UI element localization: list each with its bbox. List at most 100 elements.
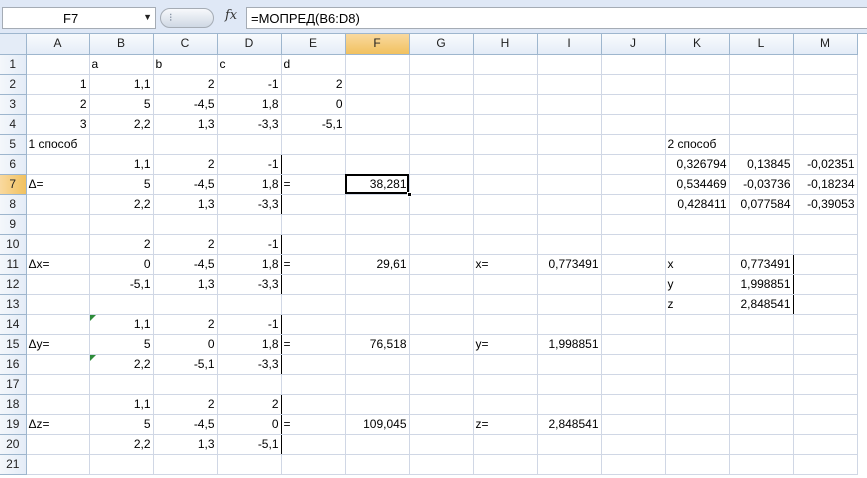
- cell-f18[interactable]: [345, 394, 410, 415]
- cell-j8[interactable]: [601, 194, 666, 215]
- cell-f12[interactable]: [345, 274, 410, 295]
- cell-c3[interactable]: -4,5: [153, 94, 218, 115]
- cell-c1[interactable]: b: [153, 54, 218, 75]
- cell-g10[interactable]: [409, 234, 474, 255]
- cell-c20[interactable]: 1,3: [153, 434, 218, 455]
- cell-c8[interactable]: 1,3: [153, 194, 218, 215]
- cell-a7[interactable]: Δ=: [26, 174, 90, 195]
- cell-d17[interactable]: [217, 374, 282, 395]
- cell-m16[interactable]: [793, 354, 858, 375]
- cell-g6[interactable]: [409, 154, 474, 175]
- cell-l12[interactable]: 1,998851: [728, 274, 794, 295]
- cell-k15[interactable]: [665, 334, 730, 355]
- cell-m1[interactable]: [793, 54, 858, 75]
- cell-l7[interactable]: -0,03736: [729, 174, 794, 195]
- cell-d16[interactable]: -3,3: [217, 354, 282, 375]
- cell-d13[interactable]: [217, 294, 282, 315]
- cell-c21[interactable]: [153, 454, 218, 475]
- cell-h20[interactable]: [473, 434, 538, 455]
- cell-i21[interactable]: [537, 454, 602, 475]
- row-header-3[interactable]: 3: [0, 94, 27, 115]
- cell-k12[interactable]: y: [665, 274, 730, 295]
- cell-l20[interactable]: [729, 434, 794, 455]
- cell-g15[interactable]: [409, 334, 474, 355]
- cell-m8[interactable]: -0,39053: [793, 194, 858, 215]
- cell-i16[interactable]: [537, 354, 602, 375]
- cell-m18[interactable]: [793, 394, 858, 415]
- cell-e14[interactable]: [281, 314, 346, 335]
- cell-c16[interactable]: -5,1: [153, 354, 218, 375]
- cell-k5[interactable]: 2 способ: [665, 134, 730, 155]
- row-header-16[interactable]: 16: [0, 354, 27, 375]
- cell-h5[interactable]: [473, 134, 538, 155]
- cell-h8[interactable]: [473, 194, 538, 215]
- cell-e12[interactable]: [281, 274, 346, 295]
- cell-b21[interactable]: [89, 454, 154, 475]
- cell-i18[interactable]: [537, 394, 602, 415]
- cell-m19[interactable]: [793, 414, 858, 435]
- cell-k3[interactable]: [665, 94, 730, 115]
- cell-e5[interactable]: [281, 134, 346, 155]
- cell-h14[interactable]: [473, 314, 538, 335]
- cell-h10[interactable]: [473, 234, 538, 255]
- cell-i17[interactable]: [537, 374, 602, 395]
- row-header-8[interactable]: 8: [0, 194, 27, 215]
- cell-m14[interactable]: [793, 314, 858, 335]
- cell-j7[interactable]: [601, 174, 666, 195]
- cell-l15[interactable]: [729, 334, 794, 355]
- cell-b5[interactable]: [89, 134, 154, 155]
- cell-a13[interactable]: [26, 294, 90, 315]
- cell-e21[interactable]: [281, 454, 346, 475]
- cell-m9[interactable]: [793, 214, 858, 235]
- cell-b6[interactable]: 1,1: [88, 154, 154, 175]
- column-header-j[interactable]: J: [601, 34, 666, 55]
- cell-i11[interactable]: 0,773491: [537, 254, 602, 275]
- cell-l21[interactable]: [729, 454, 794, 475]
- row-header-19[interactable]: 19: [0, 414, 27, 435]
- cell-m10[interactable]: [793, 234, 858, 255]
- cell-d4[interactable]: -3,3: [217, 114, 282, 135]
- cell-e11[interactable]: =: [281, 254, 346, 275]
- cell-m7[interactable]: -0,18234: [793, 174, 858, 195]
- cell-k9[interactable]: [665, 214, 730, 235]
- cell-l17[interactable]: [729, 374, 794, 395]
- cell-l16[interactable]: [729, 354, 794, 375]
- row-header-4[interactable]: 4: [0, 114, 27, 135]
- cell-k1[interactable]: [665, 54, 730, 75]
- cell-i20[interactable]: [537, 434, 602, 455]
- cell-e8[interactable]: [281, 194, 346, 215]
- cell-k7[interactable]: 0,534469: [665, 174, 730, 195]
- cell-i1[interactable]: [537, 54, 602, 75]
- cell-b14[interactable]: 1,1: [88, 314, 154, 335]
- cell-j21[interactable]: [601, 454, 666, 475]
- cell-f19[interactable]: 109,045: [345, 414, 410, 435]
- cell-k8[interactable]: 0,428411: [665, 194, 730, 215]
- cell-d12[interactable]: -3,3: [217, 274, 282, 295]
- column-header-b[interactable]: B: [89, 34, 154, 55]
- cell-a9[interactable]: [26, 214, 90, 235]
- cell-a8[interactable]: [26, 194, 90, 215]
- cell-g3[interactable]: [409, 94, 474, 115]
- cell-i19[interactable]: 2,848541: [537, 414, 602, 435]
- cell-f5[interactable]: [345, 134, 410, 155]
- cell-i12[interactable]: [537, 274, 602, 295]
- cell-l10[interactable]: [729, 234, 794, 255]
- column-header-f[interactable]: F: [345, 34, 410, 55]
- cell-i10[interactable]: [537, 234, 602, 255]
- cell-j3[interactable]: [601, 94, 666, 115]
- cell-m11[interactable]: [793, 254, 858, 275]
- cell-i13[interactable]: [537, 294, 602, 315]
- cell-f1[interactable]: [345, 54, 410, 75]
- cell-a2[interactable]: 1: [26, 74, 90, 95]
- cell-f13[interactable]: [345, 294, 410, 315]
- cell-h21[interactable]: [473, 454, 538, 475]
- cell-g7[interactable]: [409, 174, 474, 195]
- cell-c4[interactable]: 1,3: [153, 114, 218, 135]
- cell-i6[interactable]: [537, 154, 602, 175]
- cell-m6[interactable]: -0,02351: [793, 154, 858, 175]
- cell-a18[interactable]: [26, 394, 90, 415]
- cell-j1[interactable]: [601, 54, 666, 75]
- cell-f15[interactable]: 76,518: [345, 334, 410, 355]
- cell-c14[interactable]: 2: [153, 314, 218, 335]
- cell-b19[interactable]: 5: [88, 414, 154, 435]
